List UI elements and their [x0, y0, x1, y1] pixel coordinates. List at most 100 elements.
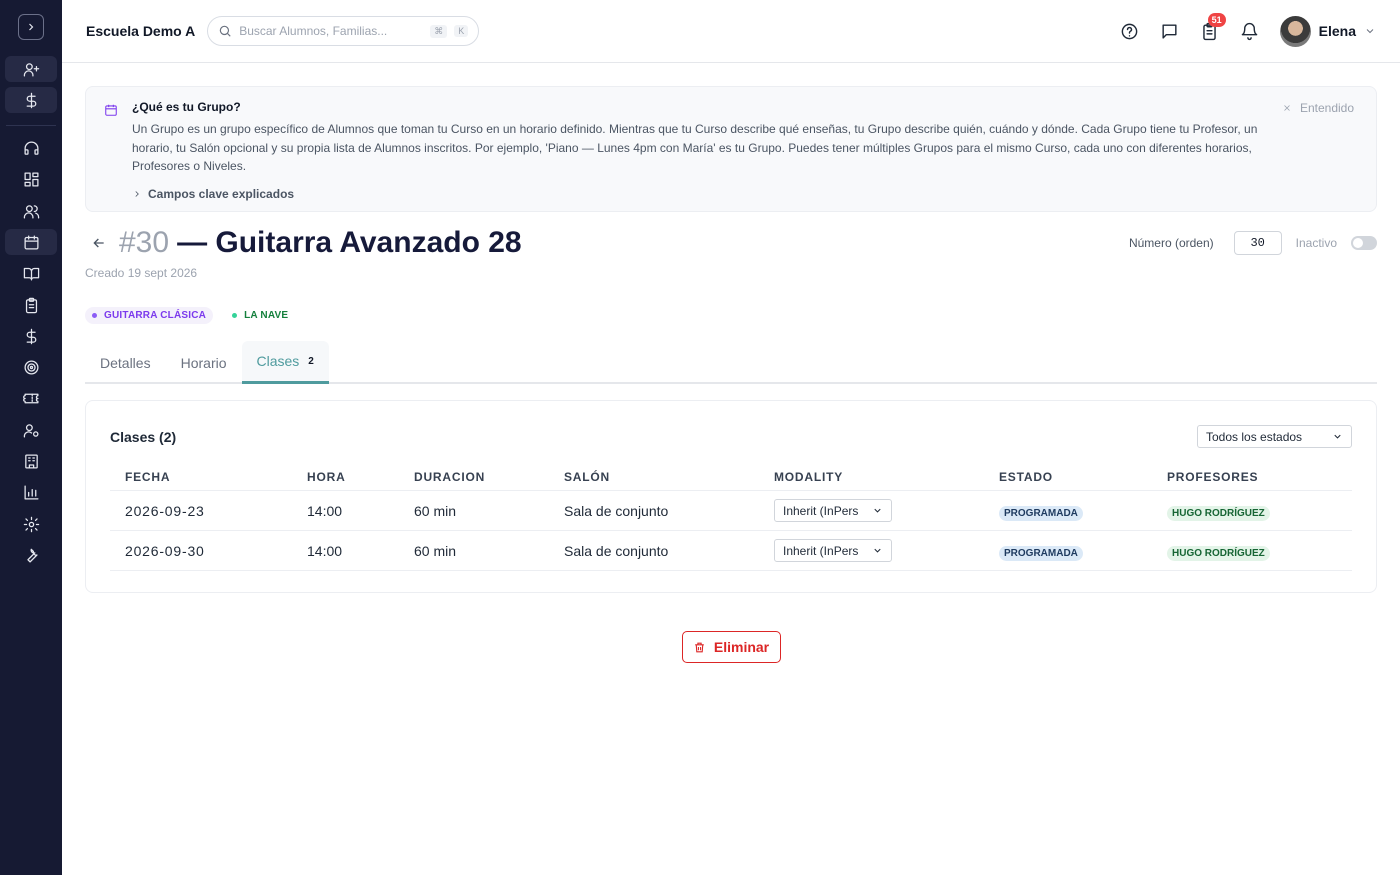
- course-tag[interactable]: GUITARRA CLÁSICA: [85, 307, 214, 324]
- notifications-button[interactable]: [1240, 21, 1260, 41]
- sidebar-item-staff[interactable]: [5, 417, 57, 443]
- teacher-badge[interactable]: HUGO RODRÍGUEZ: [1167, 545, 1270, 561]
- column-header[interactable]: HORA: [292, 461, 399, 491]
- dismiss-button[interactable]: Entendido: [1282, 101, 1354, 115]
- tab-label: Clases: [256, 353, 300, 369]
- dashboard-icon: [23, 172, 39, 187]
- modality-cell: Inherit (InPers: [759, 490, 984, 531]
- duration-cell: 60 min: [399, 490, 549, 531]
- order-label: Número (orden): [1128, 236, 1214, 250]
- classes-card: Clases (2) Todos los estados FECHA HORA …: [85, 400, 1377, 593]
- arrow-left-icon: [93, 238, 104, 248]
- user-menu[interactable]: Elena: [1279, 15, 1376, 47]
- sidebar-item-attendance[interactable]: [5, 292, 57, 318]
- sidebar-item-support[interactable]: [5, 136, 57, 162]
- school-name[interactable]: Escuela Demo A: [86, 23, 195, 39]
- add-user-icon: [23, 62, 39, 77]
- status-badge: PROGRAMADA: [999, 505, 1083, 521]
- chevron-down-icon: [874, 548, 881, 553]
- page-title: — Guitarra Avanzado 28: [177, 226, 522, 259]
- info-callout: ¿Qué es tu Grupo? Un Grupo es un grupo e…: [85, 86, 1377, 212]
- search-icon: [219, 25, 231, 37]
- tag-dot: [232, 313, 238, 318]
- modality-select[interactable]: Inherit (InPers: [774, 499, 892, 522]
- sidebar-item-dashboard[interactable]: [5, 167, 57, 193]
- sidebar-item-add-student[interactable]: [5, 56, 57, 82]
- search-bar[interactable]: ⌘ K: [207, 16, 480, 46]
- table-header-row: FECHA HORA DURACION SALÓN MODALITY ESTAD…: [110, 461, 1352, 491]
- modality-cell: Inherit (InPers: [759, 530, 984, 571]
- sidebar-item-goals[interactable]: [5, 355, 57, 381]
- dollar-icon: [26, 92, 36, 109]
- back-button[interactable]: [91, 235, 107, 251]
- sidebar-item-billing[interactable]: [5, 323, 57, 349]
- sidebar-item-reports[interactable]: [5, 480, 57, 506]
- group-number: #30: [119, 226, 170, 259]
- sidebar-item-tools[interactable]: [5, 542, 57, 568]
- book-icon: [23, 268, 39, 281]
- users-icon: [23, 204, 39, 219]
- help-icon: [1121, 23, 1138, 39]
- tag-dot: [92, 313, 97, 318]
- room-cell: Sala de conjunto: [549, 530, 759, 571]
- shortcut-key-k: K: [454, 25, 469, 37]
- sidebar-item-groups[interactable]: [5, 229, 57, 256]
- help-button[interactable]: [1120, 21, 1140, 41]
- modality-value: Inherit (InPers: [783, 543, 859, 558]
- sidebar-item-courses[interactable]: [5, 261, 57, 287]
- sidebar-item-settings[interactable]: [5, 511, 57, 537]
- tab-schedule[interactable]: Horario: [166, 341, 242, 384]
- column-header[interactable]: MODALITY: [759, 461, 984, 491]
- sidebar-item-events[interactable]: [5, 386, 57, 412]
- ticket-icon: [22, 394, 39, 404]
- info-title: ¿Qué es tu Grupo?: [132, 100, 241, 114]
- search-input[interactable]: [239, 24, 424, 38]
- sidebar-item-payments[interactable]: [5, 87, 57, 114]
- building-icon: [24, 454, 38, 469]
- column-header[interactable]: DURACION: [399, 461, 549, 491]
- tasks-button[interactable]: 51: [1200, 13, 1226, 41]
- delete-button[interactable]: Eliminar: [681, 631, 781, 663]
- chevron-right-icon: [29, 23, 34, 31]
- tab-classes[interactable]: Clases 2: [241, 341, 329, 384]
- column-header[interactable]: PROFESORES: [1152, 461, 1352, 491]
- chevron-down-icon: [1366, 29, 1374, 34]
- inactive-toggle[interactable]: [1351, 236, 1377, 250]
- chart-icon: [23, 485, 39, 500]
- sidebar-divider: [6, 124, 56, 126]
- modality-select[interactable]: Inherit (InPers: [774, 539, 892, 562]
- headset-icon: [23, 141, 39, 155]
- teacher-badge[interactable]: HUGO RODRÍGUEZ: [1167, 505, 1270, 521]
- user-name: Elena: [1318, 23, 1356, 39]
- tab-details[interactable]: Detalles: [85, 341, 166, 384]
- settings-icon: [23, 516, 39, 532]
- column-header[interactable]: ESTADO: [984, 461, 1152, 491]
- avatar: [1279, 15, 1311, 47]
- time-cell: 14:00: [292, 530, 399, 571]
- tag-list: GUITARRA CLÁSICA LA NAVE: [85, 307, 1377, 324]
- table-row[interactable]: 2026-09-30 14:00 60 min Sala de conjunto…: [110, 530, 1352, 571]
- status-badge: PROGRAMADA: [999, 545, 1083, 561]
- course-tag-label: GUITARRA CLÁSICA: [104, 310, 207, 321]
- delete-label: Eliminar: [713, 639, 770, 655]
- sidebar-item-students[interactable]: [5, 198, 57, 224]
- location-tag-label: LA NAVE: [244, 310, 289, 321]
- sidebar-toggle-button[interactable]: [18, 14, 44, 40]
- created-date: Creado 19 sept 2026: [85, 266, 198, 280]
- table-row[interactable]: 2026-09-23 14:00 60 min Sala de conjunto…: [110, 490, 1352, 531]
- duration-cell: 60 min: [399, 530, 549, 571]
- messages-button[interactable]: [1160, 21, 1180, 41]
- chevron-down-icon: [874, 508, 881, 513]
- location-tag[interactable]: LA NAVE: [225, 307, 295, 324]
- status-filter-select[interactable]: Todos los estados: [1197, 425, 1352, 448]
- column-header[interactable]: FECHA: [110, 461, 292, 491]
- key-fields-toggle[interactable]: Campos clave explicados: [132, 187, 1262, 201]
- wrench-icon: [26, 548, 38, 563]
- order-input[interactable]: [1233, 231, 1282, 255]
- page-header: #30 — Guitarra Avanzado 28 Número (orden…: [85, 226, 1377, 260]
- sidebar-item-facilities[interactable]: [5, 449, 57, 475]
- sidebar: [0, 0, 62, 875]
- column-header[interactable]: SALÓN: [549, 461, 759, 491]
- time-cell: 14:00: [292, 490, 399, 531]
- teacher-cell: HUGO RODRÍGUEZ: [1152, 530, 1352, 571]
